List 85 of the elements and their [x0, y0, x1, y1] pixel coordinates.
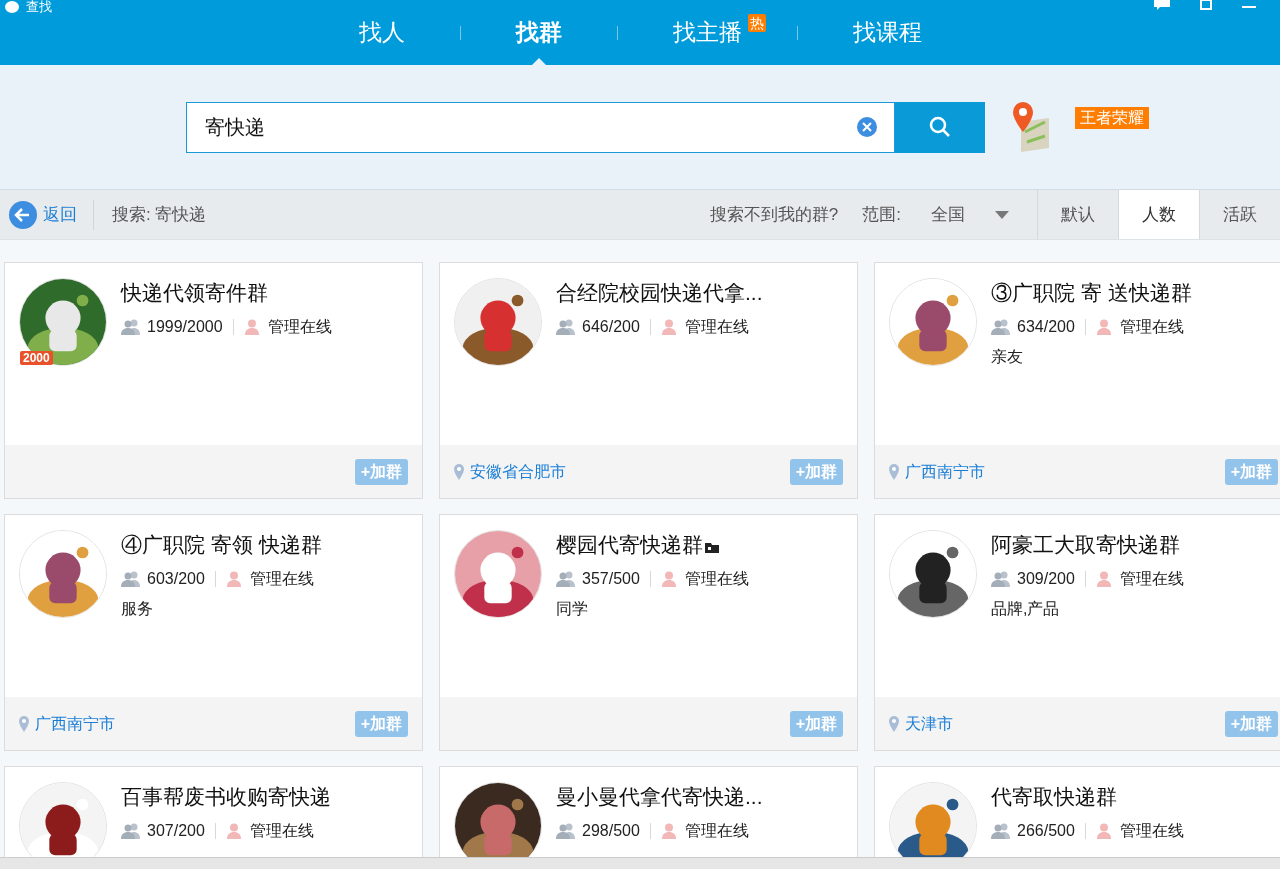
admin-icon	[660, 571, 677, 587]
app-logo-icon	[4, 1, 20, 13]
member-count: 298/500	[582, 821, 640, 841]
location-link[interactable]: 安徽省合肥市	[470, 459, 566, 484]
group-title[interactable]: ③广职院 寄 送快递群	[991, 279, 1192, 307]
group-tag: 同学	[556, 597, 749, 621]
group-title[interactable]: 樱园代寄快递群	[556, 531, 703, 559]
group-card[interactable]: 合经院校园快递代拿... 646/200 管理在线 安徽省合肥市 +加群	[439, 262, 858, 499]
search-query: 搜索: 寄快递	[112, 203, 207, 226]
location-link[interactable]: 天津市	[905, 711, 953, 736]
admin-icon	[660, 319, 677, 335]
members-icon	[556, 823, 576, 839]
group-tag: 品牌,产品	[991, 597, 1184, 621]
clear-icon[interactable]	[857, 116, 877, 137]
member-count: 307/200	[147, 821, 205, 841]
members-icon	[556, 571, 576, 587]
location-link[interactable]: 广西南宁市	[35, 711, 115, 736]
group-card[interactable]: ③广职院 寄 送快递群 634/200 管理在线 亲友 广西南宁市 +加群	[874, 262, 1280, 499]
sort-tab[interactable]: 活跃	[1199, 190, 1280, 239]
admin-status: 管理在线	[1119, 569, 1184, 589]
admin-status: 管理在线	[249, 569, 314, 589]
group-card[interactable]: 阿豪工大取寄快递群 309/200 管理在线 品牌,产品 天津市 +加群	[874, 514, 1280, 751]
restore-icon[interactable]	[1200, 0, 1212, 10]
group-card[interactable]: ④广职院 寄领 快递群 603/200 管理在线 服务 广西南宁市 +加群	[4, 514, 423, 751]
group-title[interactable]: 阿豪工大取寄快递群	[991, 531, 1180, 559]
group-title[interactable]: 代寄取快递群	[991, 783, 1117, 811]
members-icon	[991, 823, 1011, 839]
location-pin-icon	[19, 715, 29, 732]
admin-icon	[660, 823, 677, 839]
group-card[interactable]: 曼小曼代拿代寄快递... 298/500 管理在线	[439, 766, 858, 857]
back-button[interactable]: 返回	[0, 199, 94, 230]
admin-status: 管理在线	[249, 821, 314, 841]
members-icon	[556, 319, 576, 335]
admin-icon	[225, 571, 242, 587]
group-card[interactable]: 2000 快递代领寄件群 1999/2000 管理在线 +加群	[4, 262, 423, 499]
admin-icon	[243, 319, 260, 335]
group-title[interactable]: 快递代领寄件群	[121, 279, 268, 307]
group-title[interactable]: 合经院校园快递代拿...	[556, 279, 763, 307]
group-card[interactable]: 樱园代寄快递群 357/500 管理在线 同学 +加群	[439, 514, 858, 751]
group-title[interactable]: 曼小曼代拿代寄快递...	[556, 783, 763, 811]
member-count: 603/200	[147, 569, 205, 589]
search-field[interactable]: 寄快递	[186, 101, 895, 153]
admin-icon	[1095, 319, 1112, 335]
member-count: 1999/2000	[147, 317, 223, 337]
admin-status: 管理在线	[1119, 317, 1184, 337]
location-pin-icon	[889, 715, 899, 732]
admin-status: 管理在线	[684, 821, 749, 841]
location-pin-icon	[889, 463, 899, 480]
map-pin-icon[interactable]	[1011, 102, 1051, 152]
range-dropdown[interactable]: 全国	[931, 201, 1037, 228]
member-count: 266/500	[1017, 821, 1075, 841]
members-icon	[991, 319, 1011, 335]
member-count: 309/200	[1017, 569, 1075, 589]
group-card[interactable]: 百事帮废书收购寄快递 307/200 管理在线	[4, 766, 423, 857]
group-tag: 服务	[121, 597, 322, 621]
member-count: 357/500	[582, 569, 640, 589]
member-count: 646/200	[582, 317, 640, 337]
group-tag: 亲友	[991, 345, 1192, 369]
members-icon	[121, 319, 141, 335]
admin-status: 管理在线	[684, 317, 749, 337]
help-link[interactable]: 搜索不到我的群?	[709, 201, 839, 228]
member-count: 634/200	[1017, 317, 1075, 337]
group-title[interactable]: 百事帮废书收购寄快递	[121, 783, 331, 811]
window-title: 查找	[26, 0, 52, 14]
admin-status: 管理在线	[1119, 821, 1184, 841]
location-pin-icon	[454, 463, 464, 480]
admin-icon	[1095, 823, 1112, 839]
admin-status: 管理在线	[684, 569, 749, 589]
hot-badge: 热	[747, 14, 766, 32]
search-icon	[928, 115, 952, 139]
range-label: 范围:	[862, 203, 901, 226]
members-icon	[991, 571, 1011, 587]
group-title[interactable]: ④广职院 寄领 快递群	[121, 531, 322, 559]
members-icon	[121, 571, 141, 587]
group-card[interactable]: 代寄取快递群 266/500 管理在线	[874, 766, 1280, 857]
admin-icon	[225, 823, 242, 839]
chat-icon[interactable]	[1154, 0, 1170, 10]
members-icon	[121, 823, 141, 839]
admin-status: 管理在线	[267, 317, 332, 337]
caret-icon	[995, 210, 1009, 219]
capacity-badge: 2000	[20, 351, 53, 365]
sort-tab[interactable]: 人数	[1118, 190, 1199, 239]
location-link[interactable]: 广西南宁市	[905, 459, 985, 484]
admin-icon	[1095, 571, 1112, 587]
search-button[interactable]	[895, 101, 985, 153]
